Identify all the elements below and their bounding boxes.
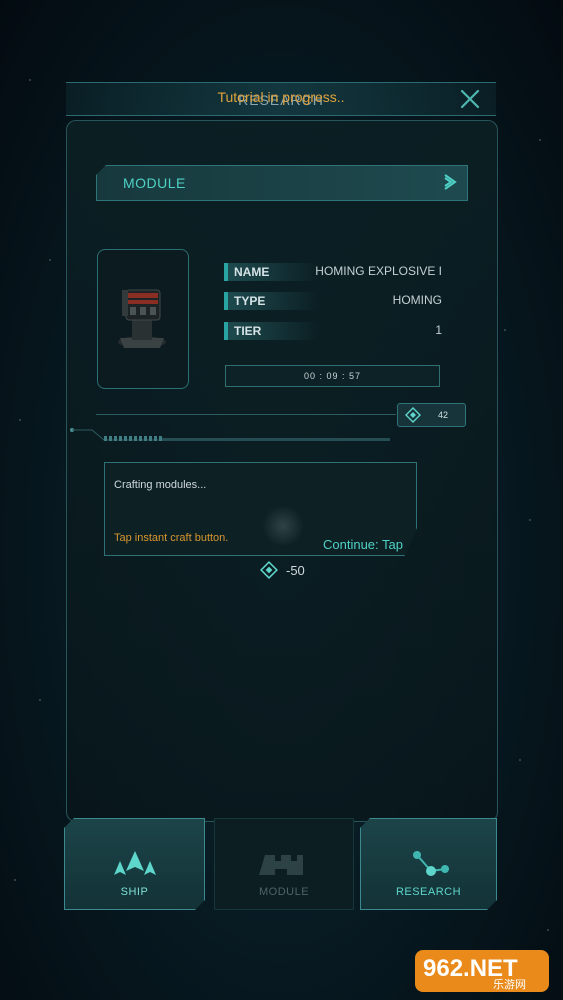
chevron-right-icon [444, 174, 457, 190]
crystal-currency-icon [405, 407, 421, 423]
craft-price-value: -50 [286, 563, 305, 578]
craft-price: -50 [260, 561, 305, 579]
stat-name-row: NAME HOMING EXPLOSIVE I [224, 263, 442, 281]
instant-craft-button[interactable]: 42 [397, 403, 466, 427]
svg-text:乐游网: 乐游网 [493, 978, 526, 991]
stat-label: NAME [224, 263, 320, 281]
nav-module-button[interactable]: MODULE [214, 818, 354, 910]
screen-header: RESEARCH Tutorial in progress.. [66, 82, 496, 116]
tap-indicator [262, 505, 304, 547]
close-icon[interactable] [458, 87, 482, 111]
stat-value: HOMING [392, 293, 442, 307]
turret-module-icon [118, 289, 166, 348]
craft-timer: 00 : 09 : 57 [225, 365, 440, 387]
stat-label: TIER [224, 322, 320, 340]
stat-tier-row: TIER 1 [224, 322, 442, 340]
instant-craft-cost: 42 [438, 410, 449, 420]
tutorial-continue[interactable]: Continue: Tap [323, 537, 403, 552]
stat-type-row: TYPE HOMING [224, 292, 442, 310]
nav-ship-button[interactable]: SHIP [64, 818, 205, 910]
tutorial-hint: Tap instant craft button. [114, 532, 229, 544]
stat-value: 1 [435, 323, 442, 337]
crystal-currency-icon [260, 561, 278, 579]
nav-research-button[interactable]: RESEARCH [360, 818, 497, 910]
module-selector[interactable]: MODULE [96, 165, 468, 201]
craft-timer-text: 00 : 09 : 57 [303, 371, 362, 381]
ship-icon [112, 849, 158, 879]
module-thumbnail [97, 249, 189, 389]
site-watermark: 962.NET 乐游网 [415, 948, 555, 994]
stat-label: TYPE [224, 292, 320, 310]
nav-research-label: RESEARCH [395, 886, 462, 898]
tutorial-message: Crafting modules... [114, 479, 207, 491]
module-selector-label: MODULE [123, 175, 186, 191]
progress-strip-decoration [70, 428, 390, 441]
watermark-logo-icon: 962.NET 乐游网 [415, 950, 549, 992]
gear-icon [259, 855, 303, 875]
nav-module-label: MODULE [258, 886, 310, 898]
tutorial-dialog[interactable]: Crafting modules... Tap instant craft bu… [104, 462, 417, 556]
tutorial-banner: Tutorial in progress.. [217, 89, 345, 105]
research-node-icon [407, 849, 451, 883]
nav-ship-label: SHIP [120, 886, 149, 898]
stat-value: HOMING EXPLOSIVE I [315, 264, 442, 278]
divider [96, 414, 396, 415]
